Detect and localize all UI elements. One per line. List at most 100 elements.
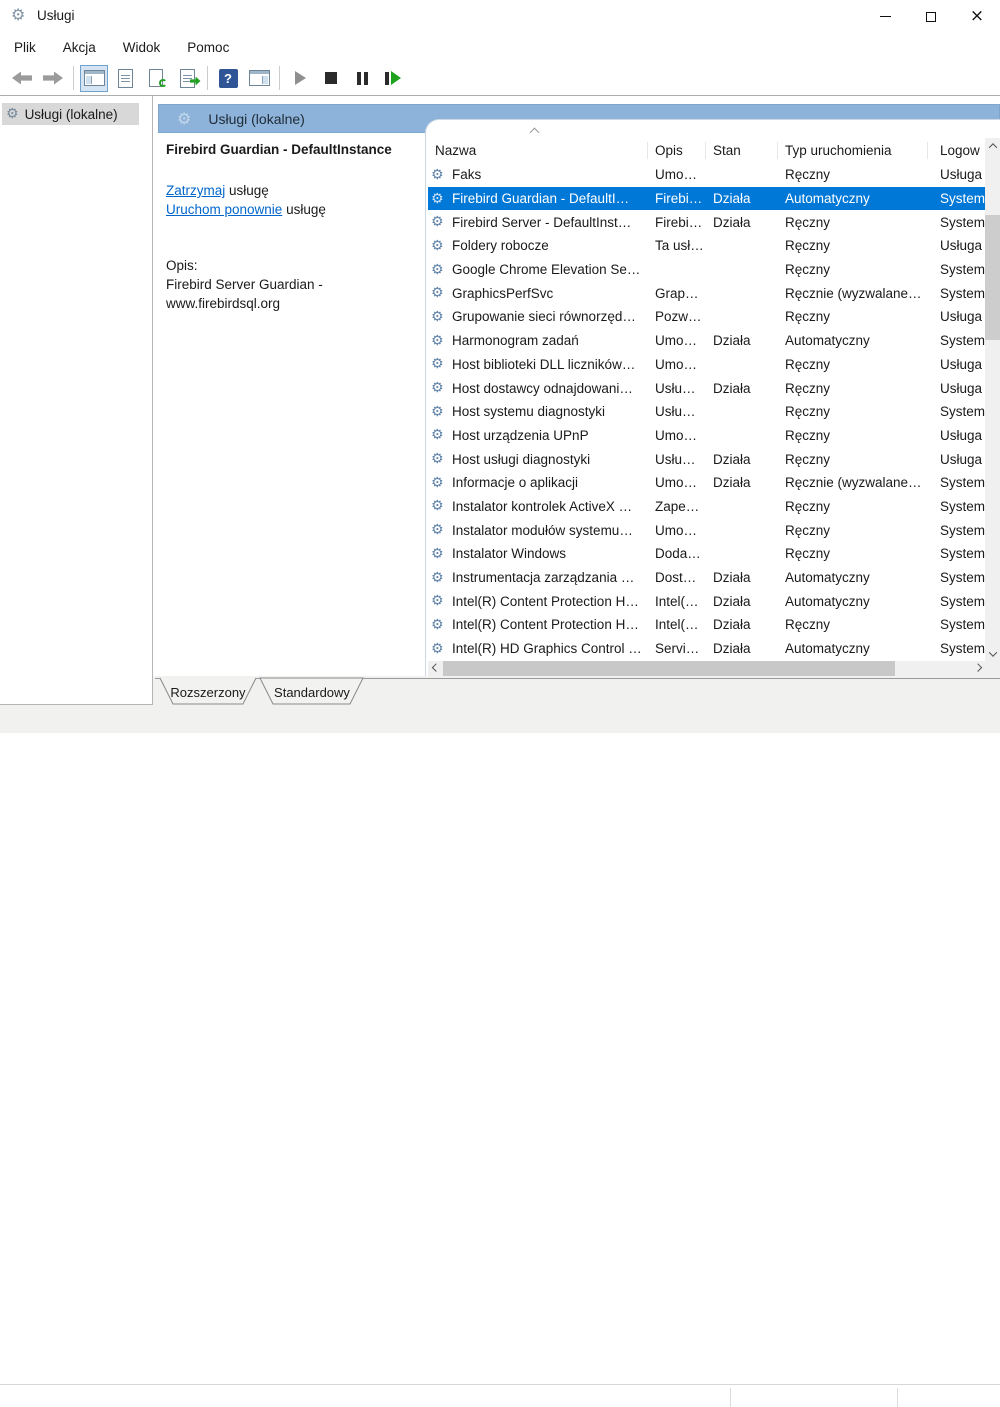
- scroll-down-button[interactable]: [985, 646, 1000, 661]
- cell-opis: Umo…: [655, 427, 698, 443]
- start-service-button[interactable]: [286, 65, 314, 92]
- cell-logowanie: Usługa: [940, 309, 983, 325]
- cell-typ: Automatyczny: [785, 333, 870, 349]
- cell-stan: Działa: [713, 214, 751, 230]
- menu-item-plik[interactable]: Plik: [14, 40, 36, 55]
- cell-stan: Działa: [713, 191, 751, 207]
- column-header-stan[interactable]: Stan: [706, 142, 778, 159]
- cell-typ: Ręczny: [785, 380, 831, 396]
- column-header-nazwa[interactable]: Nazwa: [428, 142, 648, 159]
- export-list-button[interactable]: [173, 65, 201, 92]
- close-button[interactable]: ×: [954, 0, 1000, 33]
- horizontal-scrollbar[interactable]: [428, 661, 985, 676]
- table-row[interactable]: ⚙ Intel(R) Content Protection H… Intel(… …: [428, 613, 985, 637]
- scroll-right-button[interactable]: [970, 661, 985, 676]
- table-row[interactable]: ⚙ Instalator modułów systemu… Umo… Ręczny…: [428, 518, 985, 542]
- scroll-left-button[interactable]: [428, 661, 443, 676]
- cell-opis: Usłu…: [655, 451, 696, 467]
- service-gear-icon: ⚙: [431, 380, 444, 396]
- table-row[interactable]: ⚙ Host systemu diagnostyki Usłu… Ręczny S…: [428, 400, 985, 424]
- cell-stan: Działa: [713, 380, 751, 396]
- title-bar: ⚙ Usługi ×: [0, 0, 1000, 33]
- forward-button[interactable]: [39, 65, 67, 92]
- table-row[interactable]: ⚙ Instalator Windows Doda… Ręczny System: [428, 542, 985, 566]
- table-row[interactable]: ⚙ Foldery robocze Ta usł… Ręczny Usługa: [428, 234, 985, 258]
- menu-item-akcja[interactable]: Akcja: [63, 40, 96, 55]
- cell-stan: Działa: [713, 475, 751, 491]
- console-tree-icon: [83, 70, 105, 86]
- properties-button[interactable]: [111, 65, 139, 92]
- service-gear-icon: ⚙: [431, 427, 444, 443]
- console-tree-panel: ⚙ Usługi (lokalne): [0, 96, 153, 705]
- table-row[interactable]: ⚙ Google Chrome Elevation Se… Ręczny Syst…: [428, 258, 985, 282]
- show-action-pane-button[interactable]: [245, 65, 273, 92]
- menu-item-pomoc[interactable]: Pomoc: [187, 40, 229, 55]
- service-gear-icon: ⚙: [431, 333, 444, 349]
- scroll-up-button[interactable]: [985, 138, 1000, 153]
- pause-service-button[interactable]: [348, 65, 376, 92]
- chevron-left-icon: [431, 662, 440, 672]
- menu-item-widok[interactable]: Widok: [123, 40, 161, 55]
- table-row[interactable]: ⚙ Instalator kontrolek ActiveX … Zape… Rę…: [428, 495, 985, 519]
- view-tabs: Rozszerzony Standardowy: [155, 677, 1000, 705]
- tree-item-services-local[interactable]: ⚙ Usługi (lokalne): [2, 103, 139, 125]
- restart-service-link[interactable]: Uruchom ponownie: [166, 202, 282, 217]
- description-line1: Firebird Server Guardian -: [166, 277, 323, 292]
- cell-typ: Automatyczny: [785, 191, 870, 207]
- table-row[interactable]: ⚙ GraphicsPerfSvc Grap… Ręcznie (wyzwalan…: [428, 281, 985, 305]
- service-gear-icon: ⚙: [431, 475, 444, 491]
- column-header-logowanie[interactable]: Logow: [928, 142, 985, 159]
- service-gear-icon: ⚙: [431, 262, 444, 278]
- table-row[interactable]: ⚙ Faks Umo… Ręczny Usługa: [428, 163, 985, 187]
- help-button[interactable]: ?: [214, 65, 242, 92]
- stop-service-link[interactable]: Zatrzymaj: [166, 183, 225, 198]
- table-row[interactable]: ⚙ Grupowanie sieci równorzęd… Pozw… Ręczn…: [428, 305, 985, 329]
- cell-name: Harmonogram zadań: [452, 333, 579, 349]
- table-row[interactable]: ⚙ Host usługi diagnostyki Usłu… Działa Rę…: [428, 447, 985, 471]
- table-row[interactable]: ⚙ Firebird Server - DefaultInst… Firebi… …: [428, 210, 985, 234]
- help-icon: ?: [218, 68, 238, 88]
- table-row[interactable]: ⚙ Intel(R) HD Graphics Control … Servi… D…: [428, 637, 985, 661]
- cell-name: Instalator Windows: [452, 546, 567, 562]
- vertical-scrollbar[interactable]: [985, 138, 1000, 661]
- column-header-typ-uruchomienia[interactable]: Typ uruchomienia: [778, 142, 928, 159]
- band-title: Usługi (lokalne): [208, 110, 305, 127]
- cell-typ: Ręczny: [785, 498, 831, 514]
- table-row[interactable]: ⚙ Instrumentacja zarządzania … Dost… Dzia…: [428, 566, 985, 590]
- minimize-button[interactable]: [862, 0, 908, 33]
- cell-typ: Automatyczny: [785, 593, 870, 609]
- table-row[interactable]: ⚙ Intel(R) Content Protection H… Intel(… …: [428, 589, 985, 613]
- maximize-button[interactable]: [908, 0, 954, 33]
- selected-service-name: Firebird Guardian - DefaultInstance: [166, 142, 392, 157]
- back-button[interactable]: [8, 65, 36, 92]
- service-gear-icon: ⚙: [431, 191, 444, 207]
- table-row[interactable]: ⚙ Host dostawcy odnajdowani… Usłu… Działa…: [428, 376, 985, 400]
- table-row[interactable]: ⚙ Host biblioteki DLL liczników… Umo… Ręc…: [428, 353, 985, 377]
- cell-stan: Działa: [713, 451, 751, 467]
- cell-opis: Doda…: [655, 546, 701, 562]
- table-row[interactable]: ⚙ Host urządzenia UPnP Umo… Ręczny Usługa: [428, 424, 985, 448]
- service-gear-icon: ⚙: [431, 167, 444, 183]
- restart-service-button[interactable]: [379, 65, 407, 92]
- service-gear-icon: ⚙: [431, 285, 444, 301]
- stop-service-button[interactable]: [317, 65, 345, 92]
- status-bar-separator: [730, 1388, 731, 1407]
- table-row[interactable]: ⚙ Harmonogram zadań Umo… Działa Automatyc…: [428, 329, 985, 353]
- cell-logowanie: System: [940, 333, 985, 349]
- column-header-opis[interactable]: Opis: [648, 142, 706, 159]
- horizontal-scrollbar-thumb[interactable]: [443, 661, 895, 676]
- cell-logowanie: System: [940, 475, 985, 491]
- table-row[interactable]: ⚙ Firebird Guardian - DefaultI… Firebi… D…: [428, 186, 985, 211]
- cell-name: Google Chrome Elevation Se…: [452, 262, 641, 278]
- toolbar-separator: [279, 66, 280, 90]
- tab-rozszerzony-label: Rozszerzony: [170, 685, 246, 700]
- show-console-tree-button[interactable]: [80, 64, 108, 92]
- cell-name: Informacje o aplikacji: [452, 475, 579, 491]
- cell-name: Host dostawcy odnajdowani…: [452, 380, 633, 396]
- cell-stan: Działa: [713, 617, 751, 633]
- cell-opis: Firebi…: [655, 191, 703, 207]
- refresh-button[interactable]: [142, 65, 170, 92]
- table-row[interactable]: ⚙ Informacje o aplikacji Umo… Działa Ręcz…: [428, 471, 985, 495]
- vertical-scrollbar-thumb[interactable]: [985, 215, 1000, 340]
- minimize-icon: [879, 16, 891, 17]
